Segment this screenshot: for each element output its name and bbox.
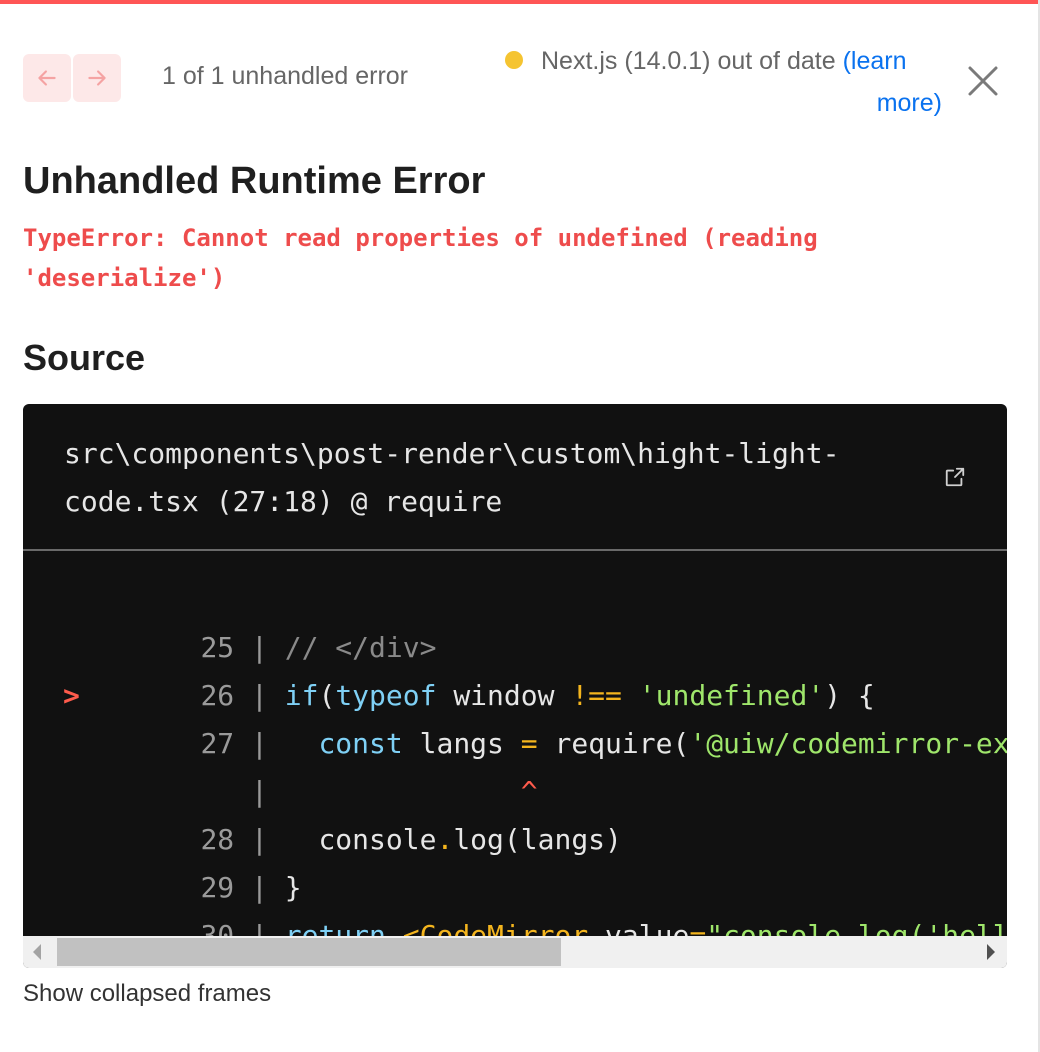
code-line: 26 | if(typeof window !== 'undefined') { [23,624,1007,712]
arrow-left-icon [38,70,56,86]
version-text: Next.js (14.0.1) out of date [541,47,836,75]
source-heading: Source [23,337,146,378]
learn-more-link-part1[interactable]: (learn [843,47,907,75]
code-frame-header: src\components\post-render\custom\hight-… [23,404,1007,551]
scroll-right-icon[interactable] [987,944,995,960]
horizontal-scrollbar[interactable] [23,936,1007,968]
code-line: 29 | } [23,816,1007,904]
close-icon[interactable] [964,62,1002,100]
error-message: TypeError: Cannot read properties of und… [23,224,818,292]
top-accent-border [0,0,1040,4]
code-line: | ^ [234,775,538,808]
scroll-left-icon[interactable] [33,944,41,960]
scrollbar-thumb[interactable] [57,938,561,966]
file-path-line2: code.tsx (27:18) @ require [64,485,503,518]
arrow-right-icon [88,70,106,86]
version-status: Next.js (14.0.1) out of date (learn more… [505,40,945,124]
next-error-button[interactable] [73,54,121,102]
learn-more-link-part2[interactable]: more) [877,89,942,117]
error-navigation [23,54,121,102]
previous-error-button[interactable] [23,54,71,102]
external-link-icon[interactable] [944,466,966,488]
file-path-line1: src\components\post-render\custom\hight-… [64,437,840,470]
code-line: 25 | // </div> [23,576,1007,664]
code-lines: 25 | // </div> 26 | if(typeof window !==… [23,576,1007,936]
line-number: 30 [200,919,235,936]
code-line: 28 | console.log(langs) [23,768,1007,856]
line-code: return <CodeMirror value="console.log('h… [284,919,1007,936]
show-collapsed-frames-button[interactable]: Show collapsed frames [23,980,271,1008]
active-line-marker: > [63,679,80,712]
status-dot-icon [505,51,523,69]
error-count: 1 of 1 unhandled error [162,62,409,90]
code-line-active: >27 | const langs = require('@uiw/codemi… [23,672,1007,760]
error-title: Unhandled Runtime Error [23,160,486,202]
file-path-link[interactable]: src\components\post-render\custom\hight-… [64,430,894,526]
code-line: 30 | return <CodeMirror value="console.l… [23,864,1007,936]
code-frame: src\components\post-render\custom\hight-… [23,404,1007,968]
